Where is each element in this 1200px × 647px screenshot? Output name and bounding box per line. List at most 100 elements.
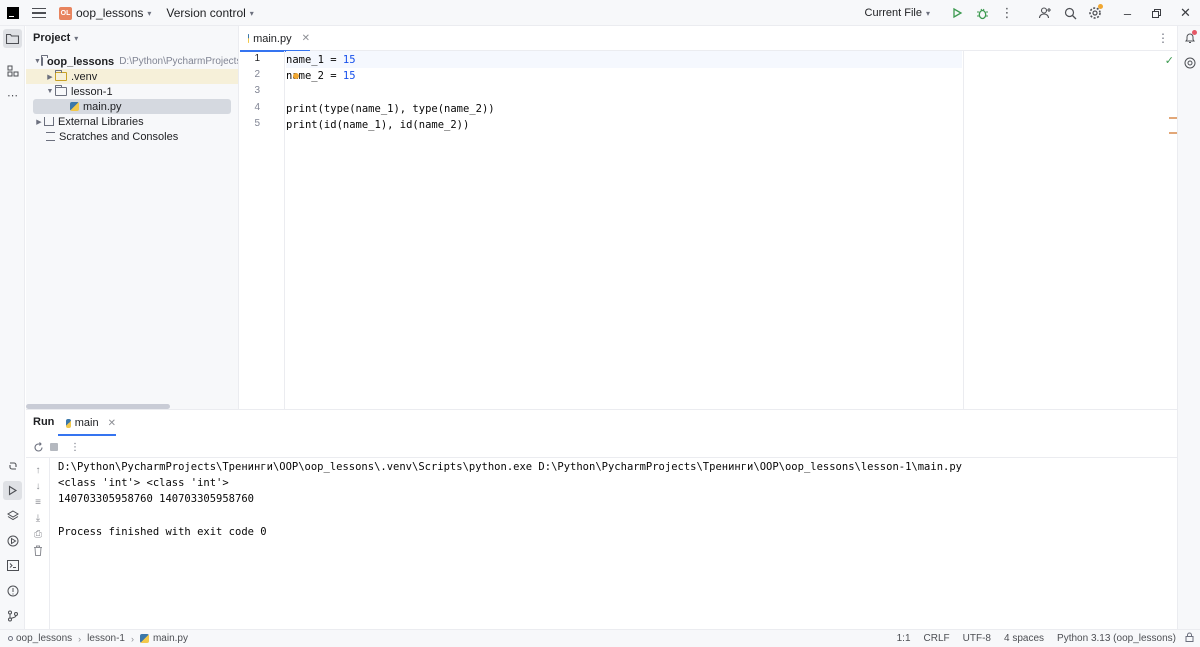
print-icon[interactable]: ⎙: [31, 527, 45, 541]
close-window-button[interactable]: ✕: [1171, 0, 1200, 26]
intention-bulb-icon[interactable]: [293, 73, 299, 79]
notifications-icon[interactable]: [1181, 29, 1198, 46]
more-options-icon[interactable]: ⋮: [68, 440, 82, 454]
main-menu-icon[interactable]: [32, 7, 46, 19]
file-encoding[interactable]: UTF-8: [963, 633, 991, 644]
project-panel-header[interactable]: Project ▾: [26, 26, 238, 50]
run-tab-label: main: [74, 417, 99, 429]
editor-tab-bar: main.py ✕ ⋮: [240, 26, 1177, 52]
tree-item-main-py[interactable]: main.py: [33, 99, 231, 114]
services-icon[interactable]: [3, 531, 22, 550]
structure-tool-icon[interactable]: [3, 61, 22, 80]
scroll-marker[interactable]: [1169, 132, 1177, 134]
run-side-toolbar: ↑ ↓ ≡ ⤓ ⎙: [26, 458, 50, 630]
expand-arrow-icon[interactable]: ▶: [45, 73, 55, 81]
line-separator[interactable]: CRLF: [924, 633, 950, 644]
python-packages-icon[interactable]: [3, 456, 22, 475]
scroll-marker[interactable]: [1169, 117, 1177, 119]
project-panel: Project ▾ ▼ oop_lessons D:\Python\Pychar…: [26, 26, 239, 409]
tree-item-root[interactable]: ▼ oop_lessons D:\Python\PycharmProjects\…: [26, 54, 238, 69]
arrow-down-icon[interactable]: ↓: [31, 479, 45, 493]
layers-icon[interactable]: [3, 506, 22, 525]
lock-icon[interactable]: [1185, 632, 1194, 645]
line-number-gutter: 1 2 3 4 5: [240, 51, 285, 409]
scroll-to-end-icon[interactable]: ⤓: [31, 511, 45, 525]
right-margin-guide: [963, 51, 964, 409]
debug-icon[interactable]: [970, 1, 994, 25]
tree-venv-label: .venv: [71, 70, 98, 83]
right-tool-strip: [1177, 26, 1200, 629]
run-icon[interactable]: [945, 1, 969, 25]
tree-item-venv[interactable]: ▶ .venv: [26, 69, 238, 84]
stop-icon[interactable]: [47, 440, 61, 454]
expand-arrow-icon[interactable]: ▼: [34, 58, 41, 65]
gear-icon[interactable]: [1083, 1, 1107, 25]
add-user-icon[interactable]: [1033, 1, 1057, 25]
tab-options-icon[interactable]: ⋮: [1157, 31, 1169, 45]
expand-arrow-icon[interactable]: ▶: [34, 118, 44, 126]
terminal-icon[interactable]: [3, 556, 22, 575]
chevron-down-icon: ▾: [249, 8, 254, 18]
code-line: print(type(name_1), type(name_2)): [286, 103, 495, 115]
more-tools-icon[interactable]: ⋯: [3, 86, 22, 105]
line-number: 3: [254, 85, 260, 96]
rerun-icon[interactable]: [31, 440, 45, 454]
expand-arrow-icon[interactable]: ▼: [45, 88, 55, 95]
no-problems-check-icon[interactable]: ✓: [1165, 54, 1174, 67]
tree-lesson-label: lesson-1: [71, 85, 113, 98]
close-tab-icon[interactable]: ✕: [108, 418, 116, 429]
update-dot: [1098, 4, 1103, 9]
caret-position[interactable]: 1:1: [897, 633, 911, 644]
tab-label: main.py: [253, 32, 292, 45]
git-icon[interactable]: [3, 606, 22, 625]
python-file-icon: [139, 634, 149, 643]
more-actions-icon[interactable]: ⋮: [995, 1, 1019, 25]
chevron-right-icon: ›: [130, 633, 134, 644]
project-tool-icon[interactable]: [3, 29, 22, 48]
python-file-icon: [248, 34, 250, 43]
library-icon: [44, 117, 54, 126]
run-panel-title: Run: [33, 416, 55, 428]
run-toolbar: ⋮: [26, 436, 1177, 458]
project-widget[interactable]: OL oop_lessons ▾: [56, 3, 154, 23]
tab-main-py[interactable]: main.py ✕: [240, 26, 310, 52]
scratches-icon: [46, 132, 55, 141]
arrow-up-icon[interactable]: ↑: [31, 463, 45, 477]
chevron-down-icon: ▾: [925, 8, 930, 18]
status-bar: oop_lessons › lesson-1 › main.py 1:1 CRL…: [0, 629, 1200, 647]
python-file-icon: [70, 102, 79, 111]
line-number: 5: [254, 118, 260, 129]
breadcrumb-item[interactable]: main.py: [153, 633, 188, 644]
run-panel: Run main ✕ ⋮ ↑ ↓ ≡ ⤓ ⎙ D:\Python\Pycharm…: [26, 409, 1177, 630]
close-tab-icon[interactable]: ✕: [302, 33, 310, 44]
python-interpreter[interactable]: Python 3.13 (oop_lessons): [1057, 633, 1176, 644]
pycharm-logo-icon[interactable]: [7, 7, 19, 19]
project-name: oop_lessons: [76, 6, 144, 20]
indent-setting[interactable]: 4 spaces: [1004, 633, 1044, 644]
console-line: D:\Python\PycharmProjects\Тренинги\OOP\o…: [58, 461, 962, 473]
soft-wrap-icon[interactable]: ≡: [31, 495, 45, 509]
tree-item-lesson-1[interactable]: ▼ lesson-1: [26, 84, 238, 99]
minimize-button[interactable]: –: [1113, 0, 1142, 26]
run-tool-icon[interactable]: [3, 481, 22, 500]
line-number: 2: [254, 69, 260, 80]
ai-assistant-icon[interactable]: [1181, 54, 1198, 71]
project-icon: [8, 636, 13, 641]
folder-icon: [40, 55, 48, 66]
version-control-widget[interactable]: Version control ▾: [166, 6, 253, 20]
run-panel-header: Run main ✕: [26, 410, 1177, 436]
code-area[interactable]: name_1 = 15 name_2 = 15 print(type(name_…: [286, 51, 1177, 409]
run-configuration-selector[interactable]: Current File ▾: [865, 7, 930, 19]
breadcrumb-item[interactable]: oop_lessons: [16, 633, 72, 644]
run-tab-main[interactable]: main ✕: [58, 410, 116, 436]
restore-button[interactable]: [1142, 0, 1171, 26]
project-panel-title: Project: [33, 32, 71, 44]
breadcrumb-item[interactable]: lesson-1: [87, 633, 125, 644]
tree-item-external-libraries[interactable]: ▶ External Libraries: [26, 114, 238, 129]
chevron-down-icon: ▾: [147, 8, 152, 18]
problems-icon[interactable]: [3, 581, 22, 600]
python-file-icon: [66, 418, 71, 428]
trash-icon[interactable]: [31, 543, 45, 557]
tree-item-scratches[interactable]: Scratches and Consoles: [26, 129, 238, 144]
search-icon[interactable]: [1058, 1, 1082, 25]
